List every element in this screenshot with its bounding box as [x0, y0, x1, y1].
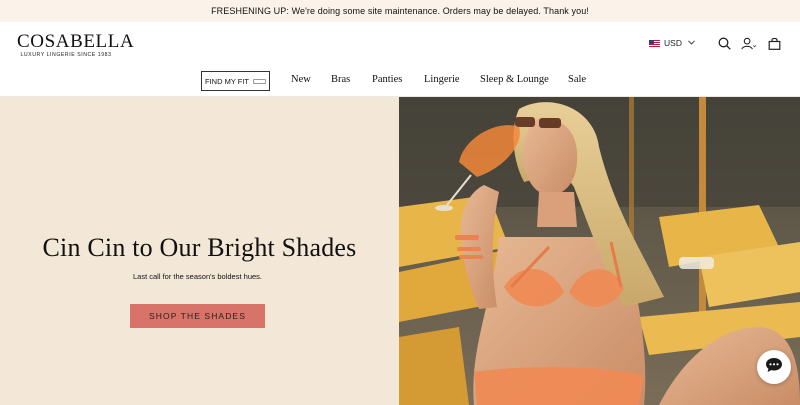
nav-item-sleep-lounge[interactable]: Sleep & Lounge — [480, 74, 549, 85]
search-icon[interactable] — [716, 35, 732, 51]
announcement-text: FRESHENING UP: We're doing some site mai… — [211, 6, 589, 16]
logo-tagline: LUXURY LINGERIE SINCE 1983 — [20, 52, 112, 58]
chevron-down-icon — [688, 39, 695, 47]
nav-item-bras[interactable]: Bras — [331, 74, 350, 85]
nav-item-panties[interactable]: Panties — [372, 74, 402, 85]
hero-banner: Cin Cin to Our Bright Shades Last call f… — [0, 97, 800, 405]
account-icon[interactable] — [741, 35, 757, 51]
bag-icon[interactable] — [766, 35, 782, 51]
hero-image[interactable] — [399, 97, 800, 405]
main-nav: FIND MY FIT New Bras Panties Lingerie Sl… — [0, 71, 800, 91]
hero-text-panel: Cin Cin to Our Bright Shades Last call f… — [0, 97, 399, 405]
nav-item-sale[interactable]: Sale — [568, 74, 586, 85]
announcement-bar: FRESHENING UP: We're doing some site mai… — [0, 0, 800, 22]
nav-item-new[interactable]: New — [291, 74, 311, 85]
us-flag-icon — [649, 39, 661, 47]
shop-the-shades-button[interactable]: SHOP THE SHADES — [130, 304, 265, 328]
chat-button[interactable] — [757, 350, 791, 384]
header-utilities: USD — [649, 35, 782, 51]
logo-wordmark: COSABELLA — [17, 31, 135, 52]
measuring-tape-icon — [253, 78, 267, 84]
find-my-fit-button[interactable]: FIND MY FIT — [201, 71, 270, 91]
chat-bubble-icon — [765, 357, 783, 378]
currency-selector[interactable]: USD — [649, 38, 695, 48]
currency-label: USD — [664, 38, 682, 48]
find-my-fit-label: FIND MY FIT — [204, 76, 250, 86]
site-header: COSABELLA LUXURY LINGERIE SINCE 1983 USD… — [0, 22, 800, 97]
hero-title: Cin Cin to Our Bright Shades — [42, 233, 357, 262]
hero-photo-illustration — [399, 97, 800, 405]
logo[interactable]: COSABELLA LUXURY LINGERIE SINCE 1983 — [17, 31, 135, 58]
nav-item-lingerie[interactable]: Lingerie — [424, 74, 460, 85]
hero-subtitle: Last call for the season's boldest hues. — [132, 272, 262, 281]
